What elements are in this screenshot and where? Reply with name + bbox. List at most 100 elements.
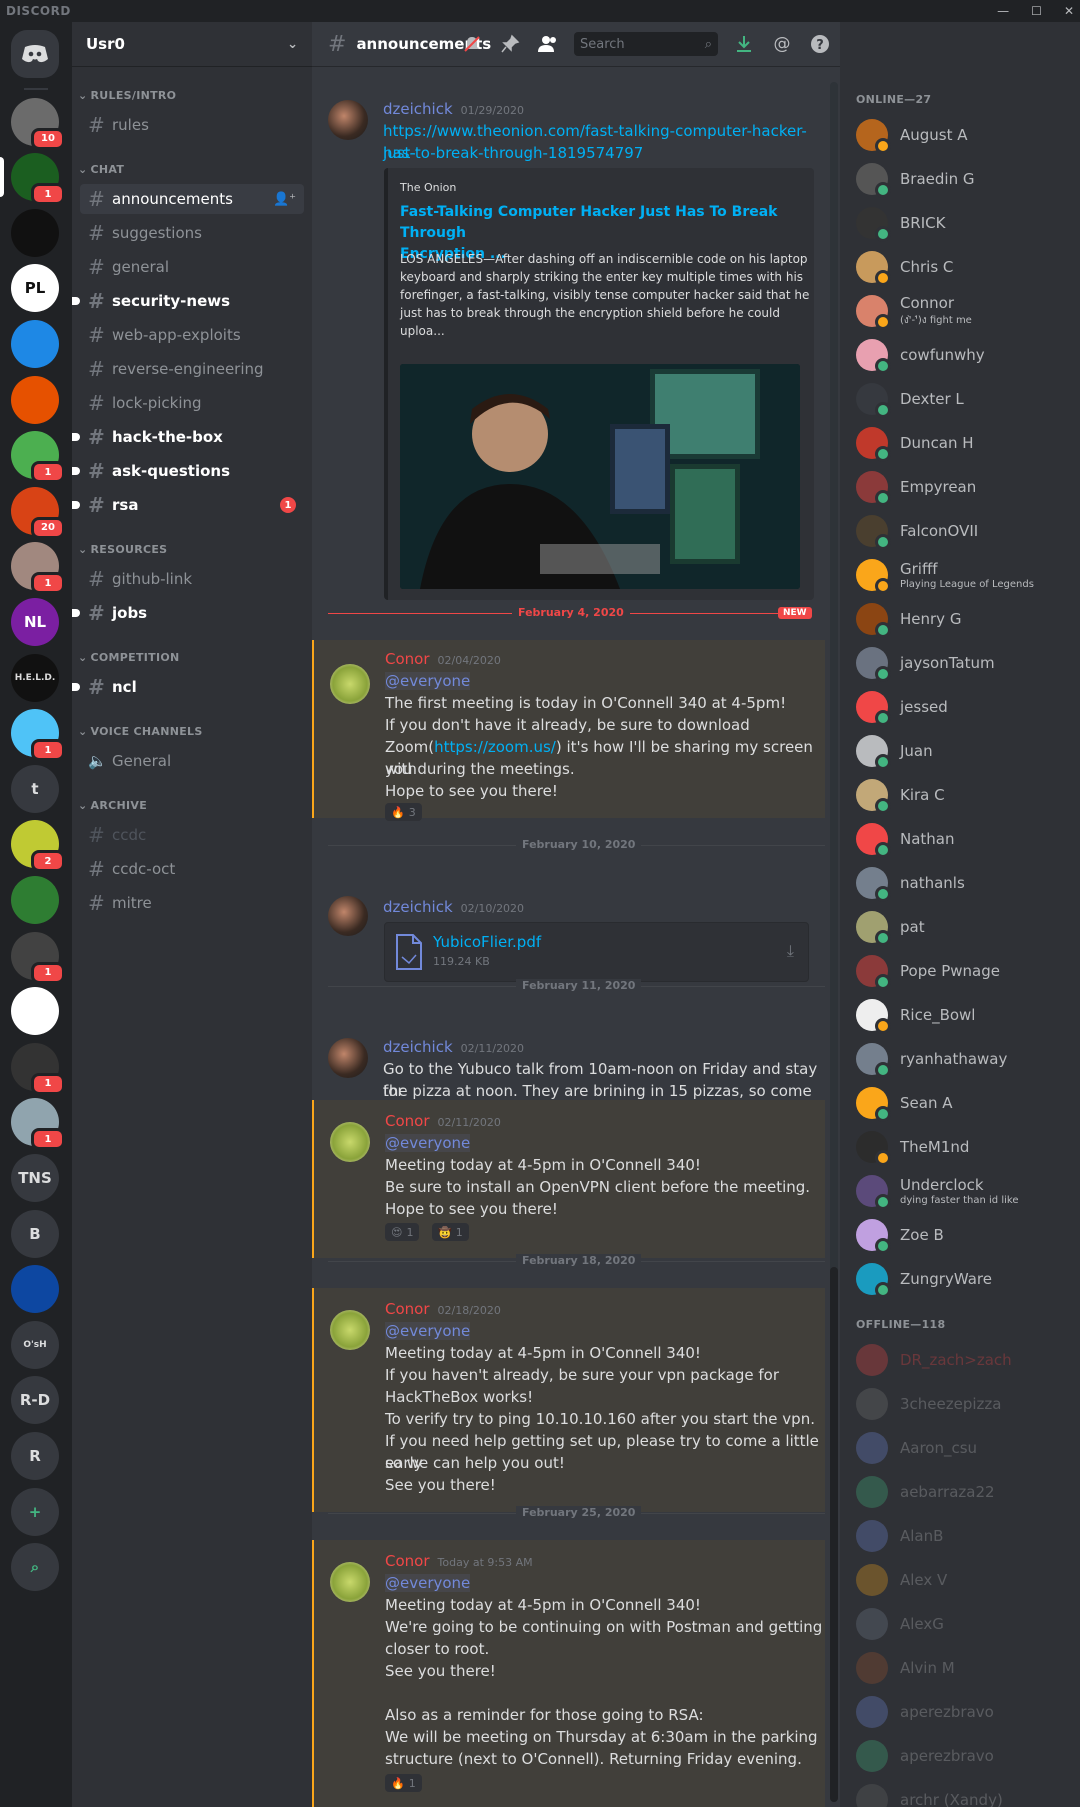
server-icon[interactable]: 1	[11, 709, 65, 762]
close-icon[interactable]: ✕	[1064, 4, 1074, 18]
member-item[interactable]: BRICK	[856, 203, 1076, 243]
message-link[interactable]: https://zoom.us/	[434, 738, 556, 756]
member-item[interactable]: Nathan	[856, 819, 1076, 859]
channel-rules[interactable]: # rules	[80, 110, 304, 140]
member-item[interactable]: Zoe B	[856, 1215, 1076, 1255]
member-item[interactable]: Kira C	[856, 775, 1076, 815]
reaction[interactable]: 🤠 1	[432, 1223, 469, 1241]
channel-github-link[interactable]: # github-link	[80, 564, 304, 594]
member-item[interactable]: jessed	[856, 687, 1076, 727]
member-item[interactable]: Sean A	[856, 1083, 1076, 1123]
channel-mitre[interactable]: # mitre	[80, 888, 304, 918]
server-icon[interactable]: 1	[11, 153, 65, 206]
server-header[interactable]: Usr0 ⌄	[72, 22, 312, 67]
server-icon[interactable]: B	[11, 1209, 59, 1258]
everyone-mention[interactable]: @everyone	[385, 1322, 471, 1340]
help-icon[interactable]: ?	[808, 32, 832, 56]
message-author[interactable]: Conor 02/11/2020	[385, 1112, 501, 1130]
voice-channel-general[interactable]: 🔈 General	[80, 746, 304, 776]
member-item[interactable]: Connor (ง'̀-'́)ง fight me	[856, 291, 1076, 331]
member-item[interactable]: Alex V	[856, 1560, 1076, 1600]
member-item[interactable]: Pope Pwnage	[856, 951, 1076, 991]
channel-ncl[interactable]: # ncl	[72, 672, 304, 702]
server-icon[interactable]: 2	[11, 820, 65, 873]
channel-ask-questions[interactable]: # ask-questions	[72, 456, 304, 486]
mentions-icon[interactable]: @	[770, 32, 794, 56]
everyone-mention[interactable]: @everyone	[385, 1134, 471, 1152]
server-icon[interactable]: 1	[11, 1098, 65, 1151]
everyone-mention[interactable]: @everyone	[385, 672, 471, 690]
message-author[interactable]: dzeichick 01/29/2020	[383, 100, 524, 118]
member-item[interactable]: Aaron_csu	[856, 1428, 1076, 1468]
server-icon[interactable]	[11, 320, 59, 368]
member-item[interactable]: archr (Xandy)	[856, 1780, 1076, 1807]
server-icon[interactable]: TNS	[11, 1154, 59, 1202]
channel-suggestions[interactable]: # suggestions	[80, 218, 304, 248]
avatar[interactable]	[330, 1562, 370, 1602]
server-icon[interactable]	[11, 987, 59, 1036]
server-icon[interactable]	[11, 1265, 59, 1314]
member-list-icon[interactable]	[536, 32, 560, 56]
server-icon[interactable]: NL	[11, 598, 59, 646]
reaction[interactable]: 🔥 1	[385, 1774, 422, 1792]
server-icon[interactable]: R	[11, 1432, 59, 1480]
member-item[interactable]: TheM1nd	[856, 1127, 1076, 1167]
create-invite-icon[interactable]: 👤⁺	[273, 192, 296, 207]
server-icon[interactable]: ⌕	[11, 1543, 59, 1592]
channel-security-news[interactable]: # security-news	[72, 286, 304, 316]
everyone-mention[interactable]: @everyone	[385, 1574, 471, 1592]
category-chat[interactable]: ⌄ CHAT	[78, 163, 124, 176]
server-icon[interactable]	[11, 375, 59, 424]
home-button[interactable]	[11, 30, 59, 78]
server-icon[interactable]: 1	[11, 431, 65, 484]
member-item[interactable]: Juan	[856, 731, 1076, 771]
message[interactable]: Conor 02/18/2020 @everyone Meeting today …	[312, 1288, 825, 1512]
member-item[interactable]: FalconOVII	[856, 511, 1076, 551]
channel-announcements[interactable]: # announcements 👤⁺	[80, 184, 304, 214]
mute-bell-icon[interactable]	[460, 32, 484, 56]
channel-hack-the-box[interactable]: # hack-the-box	[72, 422, 304, 452]
channel-ccdc[interactable]: # ccdc	[80, 820, 304, 850]
member-item[interactable]: Rice_Bowl	[856, 995, 1076, 1035]
message-author[interactable]: dzeichick 02/10/2020	[383, 898, 524, 916]
message-author[interactable]: Conor 02/04/2020	[385, 650, 501, 668]
file-attachment[interactable]: YubicoFlier.pdf 119.24 KB ⤓	[384, 922, 809, 982]
message[interactable]: Conor 02/04/2020 @everyone The first meet…	[312, 640, 825, 821]
member-item[interactable]: aperezbravo	[856, 1736, 1076, 1776]
category-rules[interactable]: ⌄ RULES/INTRO	[78, 89, 176, 102]
avatar[interactable]	[328, 896, 368, 936]
member-item[interactable]: aebarraza22	[856, 1472, 1076, 1512]
member-item[interactable]: aperezbravo	[856, 1692, 1076, 1732]
message-author[interactable]: Conor 02/18/2020	[385, 1300, 501, 1318]
message[interactable]: dzeichick 02/11/2020 Go to the Yubuco tal…	[312, 1014, 825, 1122]
embed-image[interactable]	[400, 364, 800, 589]
member-item[interactable]: Henry G	[856, 599, 1076, 639]
member-item[interactable]: AlanB	[856, 1516, 1076, 1556]
message-author[interactable]: dzeichick 02/11/2020	[383, 1038, 524, 1056]
member-item[interactable]: Empyrean	[856, 467, 1076, 507]
member-item[interactable]: Alvin M	[856, 1648, 1076, 1688]
category-resources[interactable]: ⌄ RESOURCES	[78, 543, 167, 556]
category-archive[interactable]: ⌄ ARCHIVE	[78, 799, 147, 812]
channel-lock-picking[interactable]: # lock-picking	[80, 388, 304, 418]
member-item[interactable]: ZungryWare	[856, 1259, 1076, 1299]
message-link[interactable]: has-to-break-through-1819574797	[383, 142, 643, 164]
server-icon[interactable]: H.E.L.D.	[11, 653, 59, 702]
search-box[interactable]: Search ⌕	[574, 32, 718, 56]
member-item[interactable]: Chris C	[856, 247, 1076, 287]
member-item[interactable]: AlexG	[856, 1604, 1076, 1644]
server-icon[interactable]: 1	[11, 1042, 65, 1095]
member-item[interactable]: Dexter L	[856, 379, 1076, 419]
server-icon[interactable]	[11, 208, 59, 257]
server-icon[interactable]: 10	[11, 97, 65, 150]
server-icon[interactable]	[11, 876, 59, 924]
maximize-icon[interactable]: ☐	[1031, 4, 1042, 18]
member-item[interactable]: DR_zach>zach	[856, 1340, 1076, 1380]
pin-icon[interactable]	[498, 32, 522, 56]
server-icon[interactable]: 1	[11, 931, 65, 984]
server-icon[interactable]: t	[11, 764, 59, 813]
avatar[interactable]	[330, 1122, 370, 1162]
message[interactable]: Conor 02/11/2020 @everyone Meeting today …	[312, 1100, 825, 1258]
member-item[interactable]: ryanhathaway	[856, 1039, 1076, 1079]
message[interactable]: Conor Today at 9:53 AM @everyone Meeting …	[312, 1540, 825, 1807]
